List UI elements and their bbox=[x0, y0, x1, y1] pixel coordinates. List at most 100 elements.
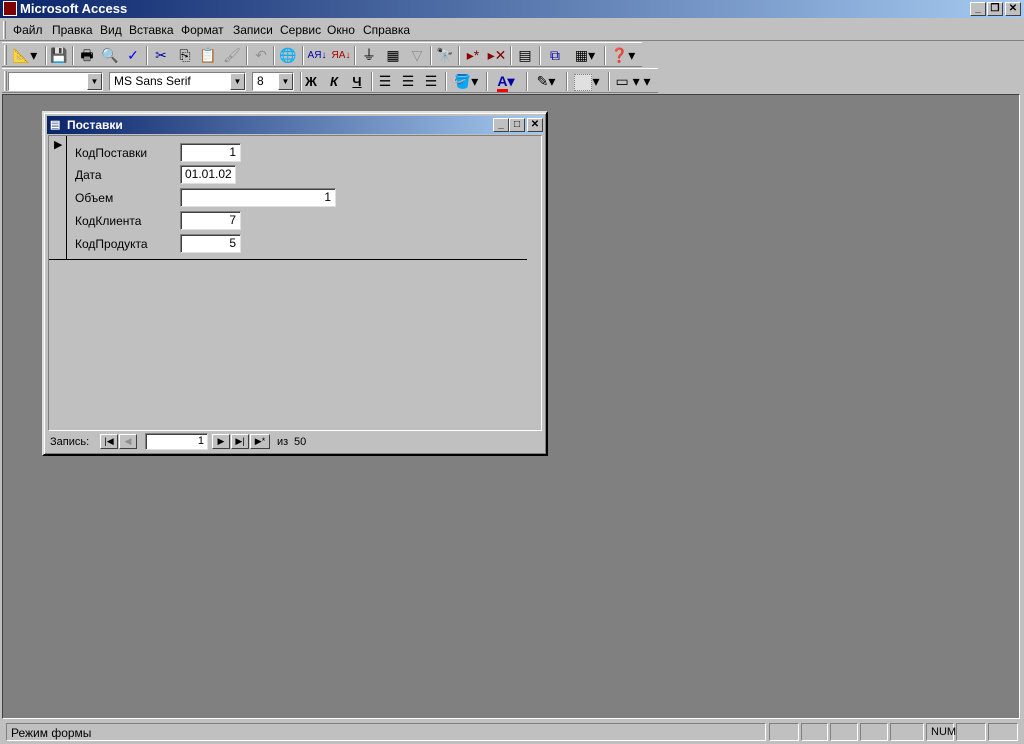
total-records: 50 bbox=[294, 436, 307, 448]
close-button[interactable]: ✕ bbox=[1005, 2, 1021, 16]
separator bbox=[354, 46, 356, 65]
separator bbox=[486, 72, 488, 91]
menu-edit[interactable]: Правка bbox=[52, 23, 93, 37]
filter-by-selection-icon[interactable]: ⏚ bbox=[358, 45, 380, 66]
font-combo[interactable]: MS Sans Serif ▼ bbox=[109, 72, 246, 91]
font-size-combo[interactable]: 8 ▼ bbox=[252, 72, 294, 91]
num-lock-indicator: NUM bbox=[926, 723, 956, 741]
separator bbox=[273, 46, 275, 65]
font-color-button[interactable]: A▾ bbox=[490, 71, 522, 92]
menu-bar: Файл Правка Вид Вставка Формат Записи Се… bbox=[0, 19, 1024, 41]
menu-records[interactable]: Записи bbox=[233, 23, 273, 37]
border-width-button[interactable]: ▭ ▾ ▾ bbox=[612, 71, 654, 92]
help-icon[interactable]: ❓▾ bbox=[608, 45, 638, 66]
spelling-icon[interactable]: ✓ bbox=[122, 45, 144, 66]
italic-button[interactable]: К bbox=[323, 71, 345, 92]
status-panel bbox=[801, 723, 828, 741]
filter-by-form-icon[interactable]: ▦ bbox=[382, 45, 404, 66]
hyperlink-icon[interactable]: 🌐 bbox=[277, 45, 299, 66]
align-center-icon[interactable]: ☰ bbox=[397, 71, 419, 92]
field-kod-produkta[interactable]: 5 bbox=[180, 234, 241, 253]
app-title-bar: Microsoft Access _ ❐ ✕ bbox=[0, 0, 1024, 18]
save-icon[interactable]: 💾 bbox=[48, 45, 70, 66]
undo-icon[interactable]: ↶ bbox=[250, 45, 272, 66]
chevron-down-icon[interactable]: ▼ bbox=[87, 73, 102, 90]
print-icon[interactable]: 🖶 bbox=[76, 45, 98, 66]
form-icon: ▤ bbox=[50, 119, 61, 131]
special-effect-button[interactable]: ▾ bbox=[570, 71, 604, 92]
grip[interactable] bbox=[3, 21, 6, 39]
field-label: КодПоставки bbox=[75, 146, 148, 160]
align-left-icon[interactable]: ☰ bbox=[374, 71, 396, 92]
menu-tools[interactable]: Сервис bbox=[280, 23, 321, 37]
form-minimize-button[interactable]: _ bbox=[493, 118, 509, 132]
font-value: MS Sans Serif bbox=[114, 74, 191, 88]
menu-window[interactable]: Окно bbox=[327, 23, 355, 37]
nav-of-label: из bbox=[277, 436, 289, 448]
form-title-bar: ▤ Поставки _ □ ✕ bbox=[47, 116, 543, 134]
menu-insert[interactable]: Вставка bbox=[129, 23, 174, 37]
new-record-button[interactable]: ▶* bbox=[250, 434, 270, 449]
paste-icon[interactable]: 📋 bbox=[197, 45, 219, 66]
status-panel bbox=[890, 723, 924, 741]
separator bbox=[566, 72, 568, 91]
find-icon[interactable]: 🔭 bbox=[434, 45, 456, 66]
menu-help[interactable]: Справка bbox=[363, 23, 410, 37]
align-right-icon[interactable]: ☰ bbox=[420, 71, 442, 92]
form-title: Поставки bbox=[67, 118, 123, 132]
separator bbox=[302, 46, 304, 65]
separator bbox=[604, 46, 606, 65]
menu-file[interactable]: Файл bbox=[13, 23, 43, 37]
object-combo[interactable]: ▼ bbox=[8, 72, 103, 91]
status-panel bbox=[860, 723, 888, 741]
field-label: Объем bbox=[75, 191, 114, 205]
separator bbox=[371, 72, 373, 91]
chevron-down-icon[interactable]: ▼ bbox=[230, 73, 245, 90]
new-object-button[interactable]: ▦▾ bbox=[568, 45, 602, 66]
new-record-icon[interactable]: ▸* bbox=[462, 45, 484, 66]
chevron-down-icon[interactable]: ▼ bbox=[278, 73, 293, 90]
current-record-arrow-icon: ▶ bbox=[54, 139, 63, 151]
form-close-button[interactable]: ✕ bbox=[527, 118, 543, 132]
separator bbox=[445, 72, 447, 91]
cut-icon[interactable]: ✂ bbox=[150, 45, 172, 66]
last-record-button[interactable]: ▶| bbox=[231, 434, 249, 449]
delete-record-icon[interactable]: ▸✕ bbox=[486, 45, 508, 66]
next-record-button[interactable]: ▶ bbox=[212, 434, 230, 449]
form-maximize-button[interactable]: □ bbox=[509, 118, 525, 132]
sort-descending-icon[interactable]: ЯА↓ bbox=[330, 45, 352, 66]
previous-record-button[interactable]: ◀ bbox=[119, 434, 137, 449]
copy-icon[interactable]: ⎘ bbox=[174, 45, 196, 66]
field-data[interactable]: 01.01.02 bbox=[180, 165, 236, 184]
sort-ascending-icon[interactable]: АЯ↓ bbox=[306, 45, 328, 66]
menu-view[interactable]: Вид bbox=[100, 23, 122, 37]
status-panel bbox=[830, 723, 858, 741]
print-preview-icon[interactable]: 🔍 bbox=[99, 45, 121, 66]
underline-button[interactable]: Ч bbox=[346, 71, 368, 92]
restore-button[interactable]: ❐ bbox=[987, 2, 1003, 16]
font-size-value: 8 bbox=[257, 74, 264, 88]
separator bbox=[146, 46, 148, 65]
minimize-button[interactable]: _ bbox=[970, 2, 986, 16]
separator bbox=[539, 46, 541, 65]
status-panel bbox=[956, 723, 986, 741]
bold-button[interactable]: Ж bbox=[300, 71, 322, 92]
first-record-button[interactable]: |◀ bbox=[100, 434, 118, 449]
fill-color-button[interactable]: 🪣▾ bbox=[450, 71, 482, 92]
separator bbox=[430, 46, 432, 65]
properties-icon[interactable]: ▤ bbox=[514, 45, 536, 66]
view-button[interactable]: 📐▾ bbox=[8, 45, 42, 66]
grip[interactable] bbox=[4, 45, 7, 65]
status-panel bbox=[769, 723, 799, 741]
line-color-button[interactable]: ✎▾ bbox=[530, 71, 562, 92]
field-obem[interactable]: 1 bbox=[180, 188, 336, 207]
menu-format[interactable]: Формат bbox=[181, 23, 224, 37]
format-painter-icon[interactable]: 🖌 bbox=[221, 45, 243, 66]
field-kod-postavki[interactable]: 1 bbox=[180, 143, 241, 162]
current-record-input[interactable]: 1 bbox=[145, 433, 208, 450]
grip[interactable] bbox=[4, 71, 7, 91]
field-kod-klienta[interactable]: 7 bbox=[180, 211, 241, 230]
database-window-icon[interactable]: ⧉ bbox=[544, 45, 566, 66]
apply-filter-icon[interactable]: ▽ bbox=[406, 45, 428, 66]
record-selector[interactable]: ▶ bbox=[49, 136, 67, 259]
